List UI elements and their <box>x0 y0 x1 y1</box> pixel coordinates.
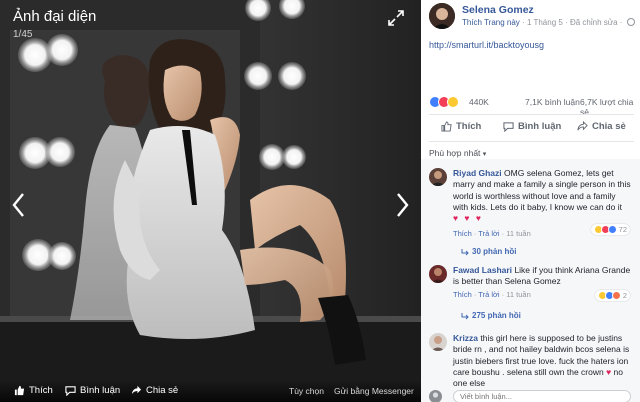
next-photo-icon[interactable] <box>391 190 413 220</box>
avatar-image <box>429 333 447 351</box>
edited-label[interactable]: Đã chỉnh sửa <box>570 18 618 27</box>
viewer-like-button[interactable]: Thích <box>14 385 53 396</box>
photo-viewer: Ảnh đại diện 1/45 Thích Bình luận Chia s… <box>0 0 421 402</box>
share-arrow-icon <box>131 385 142 395</box>
main-photo <box>0 0 421 402</box>
post-actions: Thích Bình luận Chia sẻ <box>429 117 634 139</box>
comment-content: this girl here is supposed to be justins… <box>453 333 630 377</box>
post-date[interactable]: 1 Tháng 5 <box>527 18 563 27</box>
viewer-share-button[interactable]: Chia sẻ <box>131 385 178 396</box>
wow-reaction-icon <box>447 96 459 108</box>
heart-emoji: ♥ ♥ ♥ <box>453 213 483 224</box>
post-meta: Thích Trang này · 1 Tháng 5 · Đã chỉnh s… <box>462 18 640 27</box>
comment-input[interactable] <box>453 390 631 402</box>
write-comment-box <box>429 389 634 402</box>
comment-author[interactable]: Fawad Lashari <box>453 265 512 275</box>
viewer-bottom-bar: Thích Bình luận Chia sẻ Tùy chọn Gửi bằn… <box>0 380 421 402</box>
reaction-icons[interactable] <box>429 96 459 108</box>
globe-icon <box>626 18 635 26</box>
comment-reactions[interactable]: 2 <box>594 290 630 301</box>
like-reaction-icon <box>607 225 617 234</box>
viewer-like-label: Thích <box>29 385 53 396</box>
like-page-link[interactable]: Thích Trang này <box>462 18 520 27</box>
replies-count: 275 phản hồi <box>472 311 521 320</box>
avatar-image <box>429 265 447 283</box>
divider <box>429 141 634 142</box>
commenter-avatar[interactable] <box>429 333 447 351</box>
photo-counter: 1/45 <box>13 29 33 40</box>
commenter-avatar[interactable] <box>429 168 447 186</box>
post-link[interactable]: http://smarturl.it/backtoyousg <box>429 40 544 50</box>
page-avatar[interactable] <box>429 3 455 29</box>
album-title: Ảnh đại diện <box>13 8 97 25</box>
commenter-avatar[interactable] <box>429 265 447 283</box>
sort-label: Phù hợp nhất <box>429 148 481 158</box>
divider <box>429 114 634 115</box>
like-button-label: Thích <box>456 121 482 132</box>
comment-reaction-count: 72 <box>618 225 627 234</box>
comment-meta: Thích · Trả lời · 11 tuần <box>453 229 531 238</box>
comment-count[interactable]: 7,1K bình luận <box>525 97 580 107</box>
send-messenger-button[interactable]: Gửi bằng Messenger <box>334 386 414 396</box>
comment-text: Fawad Lashari Like if you think Ariana G… <box>453 265 631 288</box>
expand-icon[interactable] <box>387 9 405 27</box>
view-replies-link[interactable]: 30 phản hồi <box>461 247 516 256</box>
comment-button-label: Bình luận <box>518 121 562 132</box>
comment-author[interactable]: Krizza <box>453 333 478 343</box>
viewer-comment-label: Bình luận <box>80 385 121 396</box>
comment-reply-link[interactable]: Trả lời <box>478 229 499 238</box>
comment-reactions[interactable]: 72 <box>590 224 630 235</box>
reply-arrow-icon <box>461 312 469 319</box>
meta-separator: · <box>619 18 625 27</box>
previous-photo-icon[interactable] <box>8 190 30 220</box>
view-replies-link[interactable]: 275 phản hồi <box>461 311 521 320</box>
comment-reaction-count: 2 <box>622 291 627 300</box>
share-button-label: Chia sẻ <box>592 121 626 132</box>
comment-reply-link[interactable]: Trả lời <box>478 290 499 299</box>
comment-text: Krizza this girl here is supposed to be … <box>453 333 631 389</box>
page-name[interactable]: Selena Gomez <box>462 4 534 16</box>
comment-bubble-icon <box>65 386 76 396</box>
comment-sort-dropdown[interactable]: Phù hợp nhất ▾ <box>429 148 486 158</box>
comment-meta: Thích · Trả lời · 11 tuần <box>453 290 531 299</box>
share-button[interactable]: Chia sẻ <box>577 121 626 132</box>
comment-like-link[interactable]: Thích <box>453 290 472 299</box>
comment-button[interactable]: Bình luận <box>503 121 561 132</box>
thumbs-up-icon <box>441 121 452 132</box>
post-panel: Selena Gomez Thích Trang này · 1 Tháng 5… <box>421 0 640 402</box>
reactions-summary: 440K 7,1K bình luận 6,7K lượt chia sẻ <box>429 96 634 117</box>
viewer-share-label: Chia sẻ <box>146 385 179 396</box>
avatar-image <box>429 390 442 402</box>
heart-emoji: ♥ <box>606 366 612 377</box>
comment-text: Riyad Ghazi OMG selena Gomez, lets get m… <box>453 168 631 224</box>
comment-time[interactable]: 11 tuần <box>506 290 530 299</box>
options-button[interactable]: Tùy chọn <box>289 386 324 396</box>
chevron-down-icon: ▾ <box>482 151 487 158</box>
post-header: Selena Gomez Thích Trang này · 1 Tháng 5… <box>429 3 640 33</box>
reaction-count[interactable]: 440K <box>469 97 489 107</box>
thumbs-up-icon <box>14 385 25 396</box>
avatar-image <box>429 168 447 186</box>
viewer-comment-button[interactable]: Bình luận <box>65 385 120 396</box>
avatar-image <box>429 3 455 29</box>
share-arrow-icon <box>577 121 588 131</box>
comment-like-link[interactable]: Thích <box>453 229 472 238</box>
comment-author[interactable]: Riyad Ghazi <box>453 168 502 178</box>
angry-reaction-icon <box>611 291 621 300</box>
comment-bubble-icon <box>503 122 514 132</box>
comment-time[interactable]: 11 tuần <box>506 229 530 238</box>
replies-count: 30 phản hồi <box>472 247 517 256</box>
current-user-avatar <box>429 390 442 402</box>
reply-arrow-icon <box>461 248 469 255</box>
like-button[interactable]: Thích <box>441 121 481 132</box>
